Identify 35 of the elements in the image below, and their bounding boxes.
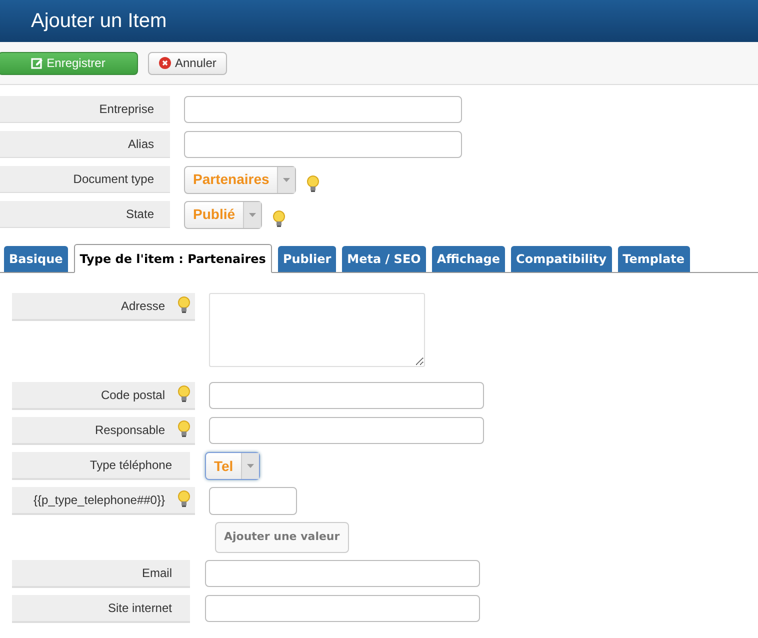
- field-label: Entreprise: [0, 96, 170, 123]
- tab[interactable]: Basique: [4, 246, 68, 272]
- text-field[interactable]: [205, 560, 480, 587]
- label-text: Site internet: [108, 600, 172, 617]
- text-field[interactable]: [184, 131, 462, 158]
- save-button[interactable]: Enregistrer: [0, 52, 138, 74]
- text-field[interactable]: [209, 382, 484, 409]
- caret-icon: [247, 464, 254, 468]
- field-label: Alias: [0, 131, 170, 158]
- text-field[interactable]: [209, 417, 484, 444]
- caret-icon: [283, 178, 290, 182]
- text-field[interactable]: [205, 595, 480, 622]
- label-text: Responsable: [94, 422, 165, 439]
- text-field[interactable]: [209, 487, 297, 515]
- text-field[interactable]: [184, 96, 462, 123]
- label-text: Adresse: [120, 298, 165, 315]
- tab[interactable]: Publier: [278, 246, 336, 272]
- field-label: Document type: [0, 166, 170, 193]
- label-text: Email: [142, 565, 172, 582]
- tab[interactable]: Affichage: [432, 246, 506, 272]
- page-title: Ajouter un Item: [31, 9, 167, 34]
- label-text: {{p_type_telephone##0}}: [34, 492, 165, 509]
- label-text: Type téléphone: [90, 457, 172, 474]
- close-icon: [159, 57, 171, 69]
- tab[interactable]: Compatibility: [511, 246, 612, 272]
- tab[interactable]: Type de l'item : Partenaires: [74, 244, 272, 273]
- tab[interactable]: Template: [618, 246, 690, 272]
- cancel-button[interactable]: Annuler: [148, 52, 228, 74]
- tab[interactable]: Meta / SEO: [342, 246, 426, 272]
- caret-icon: [249, 212, 256, 216]
- edit-icon: [30, 57, 43, 69]
- label-text: Code postal: [100, 387, 165, 404]
- field-label: State: [0, 201, 170, 228]
- textarea-field[interactable]: [209, 293, 425, 367]
- add-value-button[interactable]: Ajouter une valeur: [215, 522, 349, 553]
